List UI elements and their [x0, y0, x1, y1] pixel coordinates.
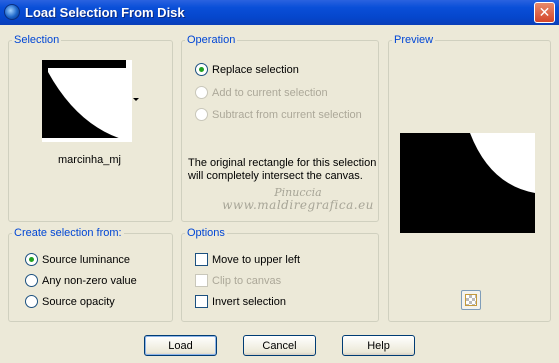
create-selection-group-label: Create selection from:	[12, 227, 124, 239]
title-bar[interactable]: Load Selection From Disk ✕	[0, 0, 559, 25]
preview-shape	[400, 133, 535, 233]
checkbox-invert-selection[interactable]: Invert selection	[195, 295, 286, 308]
checkbox-label: Clip to canvas	[212, 274, 282, 287]
thumbnail-dropdown-icon[interactable]	[133, 98, 139, 101]
radio-source-opacity[interactable]: Source opacity	[25, 295, 115, 308]
checkbox-move-to-upper-left[interactable]: Move to upper left	[195, 253, 300, 266]
checkbox[interactable]	[195, 295, 208, 308]
radio-label: Replace selection	[212, 63, 299, 76]
preview-image	[400, 133, 535, 233]
selection-group-label: Selection	[12, 34, 62, 46]
checkerboard-icon	[465, 294, 477, 306]
radio-add-to-selection: Add to current selection	[195, 86, 328, 99]
operation-info-text: The original rectangle for this selectio…	[188, 157, 377, 182]
radio-label: Source opacity	[42, 295, 115, 308]
checkbox[interactable]	[195, 253, 208, 266]
radio-subtract-from-selection: Subtract from current selection	[195, 108, 362, 121]
window-title: Load Selection From Disk	[25, 5, 185, 20]
radio-replace-selection[interactable]: Replace selection	[195, 63, 299, 76]
radio-button[interactable]	[25, 295, 38, 308]
radio-button[interactable]	[195, 63, 208, 76]
checkbox	[195, 274, 208, 287]
transparency-toggle-button[interactable]	[461, 290, 481, 310]
radio-any-non-zero[interactable]: Any non-zero value	[25, 274, 137, 287]
options-group-label: Options	[185, 227, 227, 239]
close-button[interactable]: ✕	[534, 2, 555, 23]
cancel-button[interactable]: Cancel	[243, 335, 316, 356]
load-button[interactable]: Load	[144, 335, 217, 356]
radio-button[interactable]	[25, 253, 38, 266]
radio-button	[195, 86, 208, 99]
checkbox-label: Move to upper left	[212, 253, 301, 266]
checkbox-clip-to-canvas: Clip to canvas	[195, 274, 281, 287]
radio-label: Source luminance	[42, 253, 131, 266]
help-button[interactable]: Help	[342, 335, 415, 356]
radio-label: Subtract from current selection	[212, 108, 362, 121]
selection-thumbnail-image	[42, 60, 132, 142]
radio-label: Add to current selection	[212, 86, 328, 99]
selection-thumbnail[interactable]	[42, 60, 132, 142]
selection-name: marcinha_mj	[58, 154, 121, 166]
checkbox-label: Invert selection	[212, 295, 286, 308]
radio-button	[195, 108, 208, 121]
radio-button[interactable]	[25, 274, 38, 287]
radio-label: Any non-zero value	[42, 274, 137, 287]
radio-source-luminance[interactable]: Source luminance	[25, 253, 130, 266]
app-globe-icon	[4, 4, 20, 20]
operation-group-label: Operation	[185, 34, 238, 46]
preview-group-label: Preview	[392, 34, 436, 46]
